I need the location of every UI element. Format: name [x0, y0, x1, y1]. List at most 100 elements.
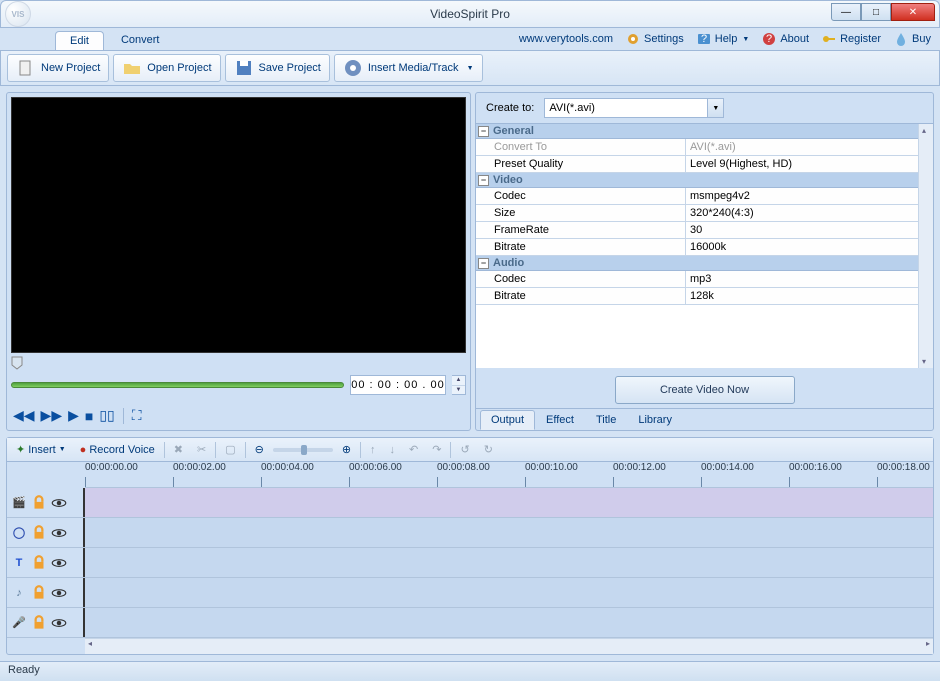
track-video[interactable]: 🎬	[7, 488, 933, 518]
eye-icon[interactable]	[50, 494, 68, 512]
zoom-in-button[interactable]: ⊕	[337, 441, 356, 458]
track-overlay[interactable]: ◯	[7, 518, 933, 548]
track-type-icon: ◯	[10, 524, 28, 542]
media-icon	[343, 58, 363, 78]
settings-button[interactable]: Settings	[620, 29, 689, 49]
insert-media-button[interactable]: Insert Media/Track▼	[334, 54, 483, 82]
track-lane[interactable]	[85, 548, 933, 577]
property-value[interactable]: msmpeg4v2	[686, 188, 918, 204]
property-grid[interactable]: −GeneralConvert ToAVI(*.avi)Preset Quali…	[476, 123, 933, 368]
svg-text:?: ?	[766, 33, 772, 45]
ruler-tick: 00:00:16.00	[789, 462, 842, 473]
progress-bar[interactable]	[11, 382, 344, 388]
track-music[interactable]: ♪	[7, 578, 933, 608]
minimize-button[interactable]: —	[831, 3, 861, 21]
video-preview[interactable]	[11, 97, 466, 353]
property-group-video[interactable]: −Video	[476, 173, 933, 188]
record-voice-button[interactable]: ●Record Voice	[75, 442, 160, 458]
ruler-tick: 00:00:04.00	[261, 462, 314, 473]
gear-icon	[625, 31, 641, 47]
register-button[interactable]: Register	[816, 29, 886, 49]
track-lane[interactable]	[85, 608, 933, 637]
property-value[interactable]: Level 9(Highest, HD)	[686, 156, 918, 172]
property-row[interactable]: Codecmsmpeg4v2	[476, 188, 933, 205]
property-row[interactable]: Bitrate16000k	[476, 239, 933, 256]
lock-icon[interactable]	[30, 554, 48, 572]
horizontal-scrollbar[interactable]	[85, 638, 933, 654]
property-row[interactable]: Preset QualityLevel 9(Highest, HD)	[476, 156, 933, 173]
timeline-insert-button[interactable]: ✦Insert▼	[11, 441, 71, 458]
output-pane: Create to: AVI(*.avi) ▼ −GeneralConvert …	[475, 92, 934, 431]
create-video-button[interactable]: Create Video Now	[615, 376, 795, 404]
zoom-out-button[interactable]: ⊖	[250, 441, 269, 458]
open-project-button[interactable]: Open Project	[113, 54, 220, 82]
property-row[interactable]: Size320*240(4:3)	[476, 205, 933, 222]
timecode-spinner[interactable]: ▲▼	[452, 375, 466, 395]
timecode-display: 00 : 00 : 00 . 00	[350, 375, 446, 395]
redo-button: ↻	[479, 441, 498, 458]
about-icon: ?	[761, 31, 777, 47]
tab-convert[interactable]: Convert	[106, 30, 175, 50]
track-type-icon: 🎤	[10, 614, 28, 632]
new-project-button[interactable]: New Project	[7, 54, 109, 82]
save-icon	[234, 58, 254, 78]
buy-button[interactable]: Buy	[888, 29, 936, 49]
track-lane[interactable]	[85, 578, 933, 607]
zoom-slider[interactable]	[273, 448, 333, 452]
track-text[interactable]: T	[7, 548, 933, 578]
property-value[interactable]: 128k	[686, 288, 918, 304]
stop-button[interactable]: ■	[85, 408, 93, 424]
track-lane[interactable]	[85, 518, 933, 547]
collapse-icon: −	[478, 126, 489, 137]
property-group-audio[interactable]: −Audio	[476, 256, 933, 271]
ruler-tick: 00:00:06.00	[349, 462, 402, 473]
vertical-scrollbar[interactable]	[918, 124, 933, 368]
chevron-down-icon: ▼	[707, 99, 723, 117]
track-lane[interactable]	[85, 488, 933, 517]
pause-button[interactable]: ▯▯	[99, 407, 114, 424]
undo-button: ↺	[455, 441, 474, 458]
property-value[interactable]: AVI(*.avi)	[686, 139, 918, 155]
eye-icon[interactable]	[50, 584, 68, 602]
property-group-general[interactable]: −General	[476, 124, 933, 139]
save-project-button[interactable]: Save Project	[225, 54, 330, 82]
fastforward-button[interactable]: ▶▶	[41, 407, 63, 424]
fullscreen-button[interactable]: ⛶	[132, 407, 142, 424]
about-button[interactable]: ?About	[756, 29, 814, 49]
help-button[interactable]: ?Help▼	[691, 29, 755, 49]
create-to-combo[interactable]: AVI(*.avi) ▼	[544, 98, 724, 118]
tab-output[interactable]: Output	[480, 410, 535, 430]
track-voice[interactable]: 🎤	[7, 608, 933, 638]
lock-icon[interactable]	[30, 494, 48, 512]
property-key: Size	[476, 205, 686, 221]
property-row[interactable]: Codecmp3	[476, 271, 933, 288]
maximize-button[interactable]: □	[861, 3, 891, 21]
play-button[interactable]: ▶	[68, 407, 79, 424]
rewind-button[interactable]: ◀◀	[13, 407, 35, 424]
eye-icon[interactable]	[50, 524, 68, 542]
property-value[interactable]: mp3	[686, 271, 918, 287]
close-button[interactable]: ✕	[891, 3, 935, 21]
eye-icon[interactable]	[50, 554, 68, 572]
lock-icon[interactable]	[30, 524, 48, 542]
tab-title[interactable]: Title	[585, 410, 627, 430]
tab-library[interactable]: Library	[627, 410, 683, 430]
preview-pane: 00 : 00 : 00 . 00 ▲▼ ◀◀ ▶▶ ▶ ■ ▯▯ ⛶	[6, 92, 471, 431]
lock-icon[interactable]	[30, 614, 48, 632]
tab-edit[interactable]: Edit	[55, 31, 104, 50]
property-row[interactable]: FrameRate30	[476, 222, 933, 239]
site-link[interactable]: www.verytools.com	[514, 31, 618, 47]
property-value[interactable]: 320*240(4:3)	[686, 205, 918, 221]
property-row[interactable]: Bitrate128k	[476, 288, 933, 305]
property-key: Preset Quality	[476, 156, 686, 172]
eye-icon[interactable]	[50, 614, 68, 632]
tab-effect[interactable]: Effect	[535, 410, 585, 430]
property-row[interactable]: Convert ToAVI(*.avi)	[476, 139, 933, 156]
track-type-icon: 🎬	[10, 494, 28, 512]
lock-icon[interactable]	[30, 584, 48, 602]
timeline-ruler[interactable]: 00:00:00.0000:00:02.0000:00:04.0000:00:0…	[85, 462, 933, 488]
cut-button: ✂	[192, 441, 211, 458]
ruler-tick: 00:00:08.00	[437, 462, 490, 473]
property-value[interactable]: 16000k	[686, 239, 918, 255]
property-value[interactable]: 30	[686, 222, 918, 238]
